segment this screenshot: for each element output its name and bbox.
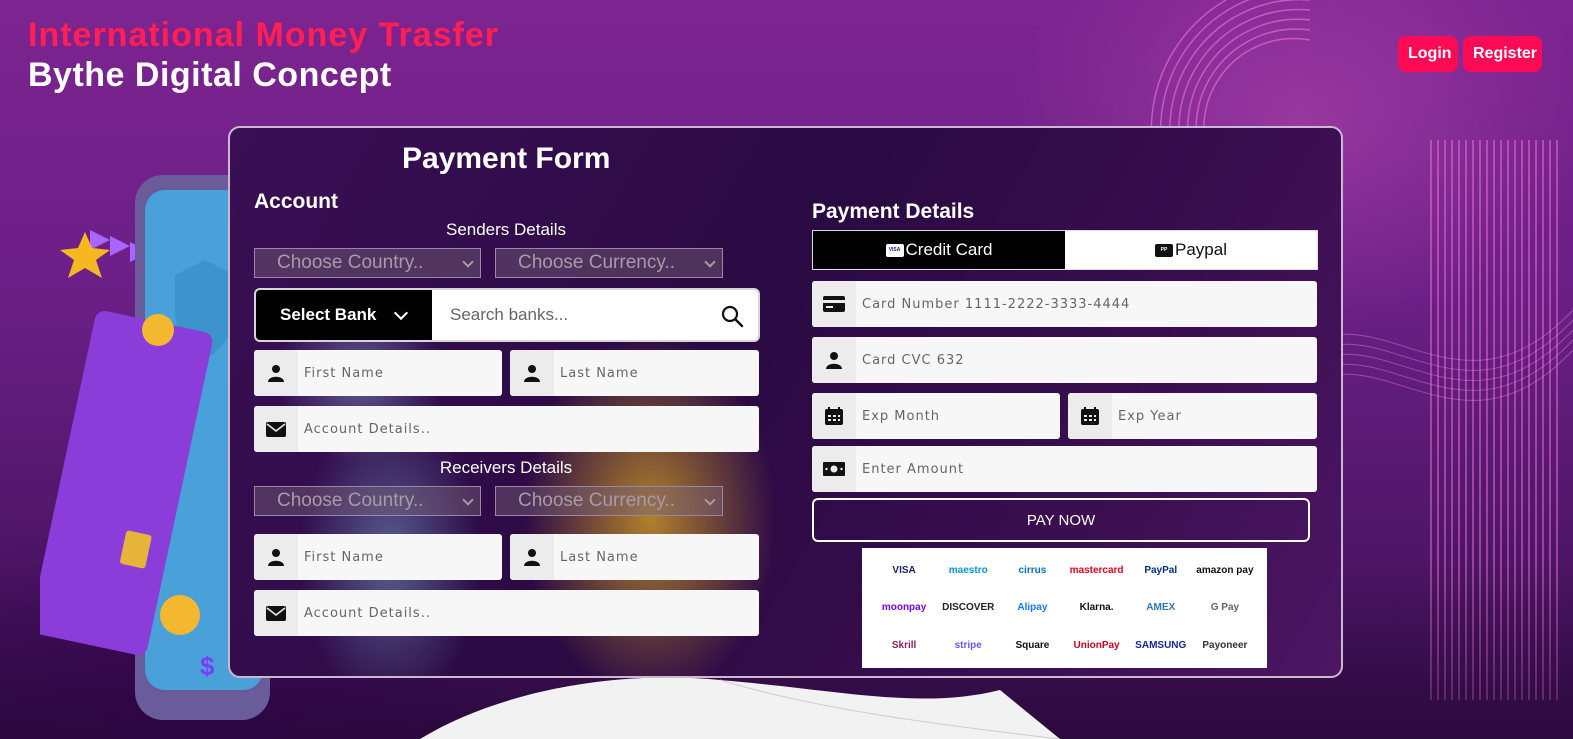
user-icon (510, 534, 554, 580)
search-icon[interactable] (720, 304, 744, 328)
paypal-card-icon: PP (1155, 243, 1173, 257)
pay-now-button[interactable]: PAY NOW (812, 498, 1310, 542)
user-icon (510, 350, 554, 396)
receiver-last-name-field (510, 534, 759, 580)
decorative-receipt (420, 677, 1061, 739)
amount-field (812, 446, 1317, 492)
sender-last-name-field (510, 350, 759, 396)
tab-paypal[interactable]: PP Paypal (1065, 231, 1317, 269)
bank-selector: Select Bank (254, 288, 760, 342)
exp-month-input[interactable] (856, 393, 1060, 439)
payment-form-card: Payment Form Account Senders Details Cho… (228, 126, 1343, 678)
payment-logo-g-pay: G Pay (1210, 602, 1240, 614)
credit-card-icon (812, 281, 856, 327)
receivers-heading: Receivers Details (439, 458, 573, 477)
payment-logo-paypal: PayPal (1144, 565, 1178, 577)
envelope-icon (254, 406, 298, 452)
chevron-down-icon (462, 494, 474, 506)
sender-last-name-input[interactable] (554, 350, 759, 396)
chevron-down-icon (462, 256, 474, 268)
card-number-input[interactable] (856, 281, 1317, 327)
chevron-down-icon (704, 256, 716, 268)
payment-logo-samsung: SAMSUNG (1135, 639, 1187, 651)
money-bill-icon (812, 446, 856, 492)
receiver-country-value: Choose Country.. (277, 490, 424, 511)
payment-details-heading: Payment Details (812, 200, 975, 223)
payment-logo-cirrus: cirrus (1018, 565, 1047, 577)
tab-credit-card[interactable]: VISA Credit Card (813, 231, 1065, 269)
payment-logo-visa: VISA (892, 565, 916, 577)
payment-logo-unionpay: UnionPay (1073, 639, 1120, 651)
visa-card-icon: VISA (885, 243, 904, 257)
receiver-account-input[interactable] (298, 590, 759, 636)
payment-logo-mastercard: mastercard (1069, 565, 1124, 577)
select-bank-button[interactable]: Select Bank (256, 290, 432, 340)
chevron-down-icon (704, 494, 716, 506)
form-title: Payment Form (402, 142, 611, 175)
calendar-icon (1068, 393, 1112, 439)
select-bank-label: Select Bank (280, 305, 377, 324)
payment-logo-amazon-pay: amazon pay (1196, 565, 1254, 577)
exp-year-input[interactable] (1112, 393, 1317, 439)
card-number-field (812, 281, 1317, 327)
payment-logo-payoneer: Payoneer (1202, 639, 1248, 651)
payment-logo-discover: DISCOVER (942, 602, 995, 614)
payment-logo-moonpay: moonpay (881, 602, 927, 614)
sender-currency-value: Choose Currency.. (518, 252, 675, 273)
sender-first-name-field (254, 350, 502, 396)
exp-year-field (1068, 393, 1317, 439)
payment-logo-stripe: stripe (954, 639, 982, 651)
exp-month-field (812, 393, 1060, 439)
receiver-currency-select[interactable]: Choose Currency.. (495, 486, 723, 516)
calendar-icon (812, 393, 856, 439)
envelope-icon (254, 590, 298, 636)
receiver-account-field (254, 590, 759, 636)
amount-input[interactable] (856, 446, 1317, 492)
sender-country-select[interactable]: Choose Country.. (254, 248, 481, 278)
register-button[interactable]: Register (1463, 36, 1542, 72)
chevron-down-icon (393, 305, 409, 321)
payment-logo-maestro: maestro (948, 565, 988, 577)
site-subtitle: Bythe Digital Concept (28, 56, 392, 94)
payment-logos-panel: VISA maestro cirrus mastercard PayPal amazon … (862, 548, 1267, 668)
receiver-currency-value: Choose Currency.. (518, 490, 675, 511)
site-title: International Money Trasfer (28, 16, 499, 54)
payment-logo-alipay: Alipay (1017, 602, 1048, 614)
user-icon (812, 337, 856, 383)
senders-heading: Senders Details (445, 220, 566, 239)
card-cvc-input[interactable] (856, 337, 1317, 383)
sender-first-name-input[interactable] (298, 350, 502, 396)
sender-account-input[interactable] (298, 406, 759, 452)
card-cvc-field (812, 337, 1317, 383)
user-icon (254, 350, 298, 396)
sender-account-field (254, 406, 759, 452)
receiver-country-select[interactable]: Choose Country.. (254, 486, 481, 516)
payment-logo-amex: AMEX (1146, 602, 1176, 614)
bank-search-input[interactable] (432, 290, 692, 340)
receiver-last-name-input[interactable] (554, 534, 759, 580)
payment-logo-klarna: Klarna. (1079, 602, 1114, 614)
user-icon (254, 534, 298, 580)
svg-text:$: $ (200, 651, 215, 681)
payment-method-tabs: VISA Credit Card PP Paypal (812, 230, 1318, 270)
sender-country-value: Choose Country.. (277, 252, 424, 273)
tab-paypal-label: Paypal (1175, 240, 1227, 259)
tab-credit-card-label: Credit Card (905, 240, 993, 259)
receiver-first-name-input[interactable] (298, 534, 502, 580)
sender-currency-select[interactable]: Choose Currency.. (495, 248, 723, 278)
account-heading: Account (254, 190, 338, 213)
payment-logo-square: Square (1015, 639, 1050, 651)
login-button[interactable]: Login (1398, 36, 1458, 72)
receiver-first-name-field (254, 534, 502, 580)
payment-logo-skrill: Skrill (891, 639, 917, 651)
